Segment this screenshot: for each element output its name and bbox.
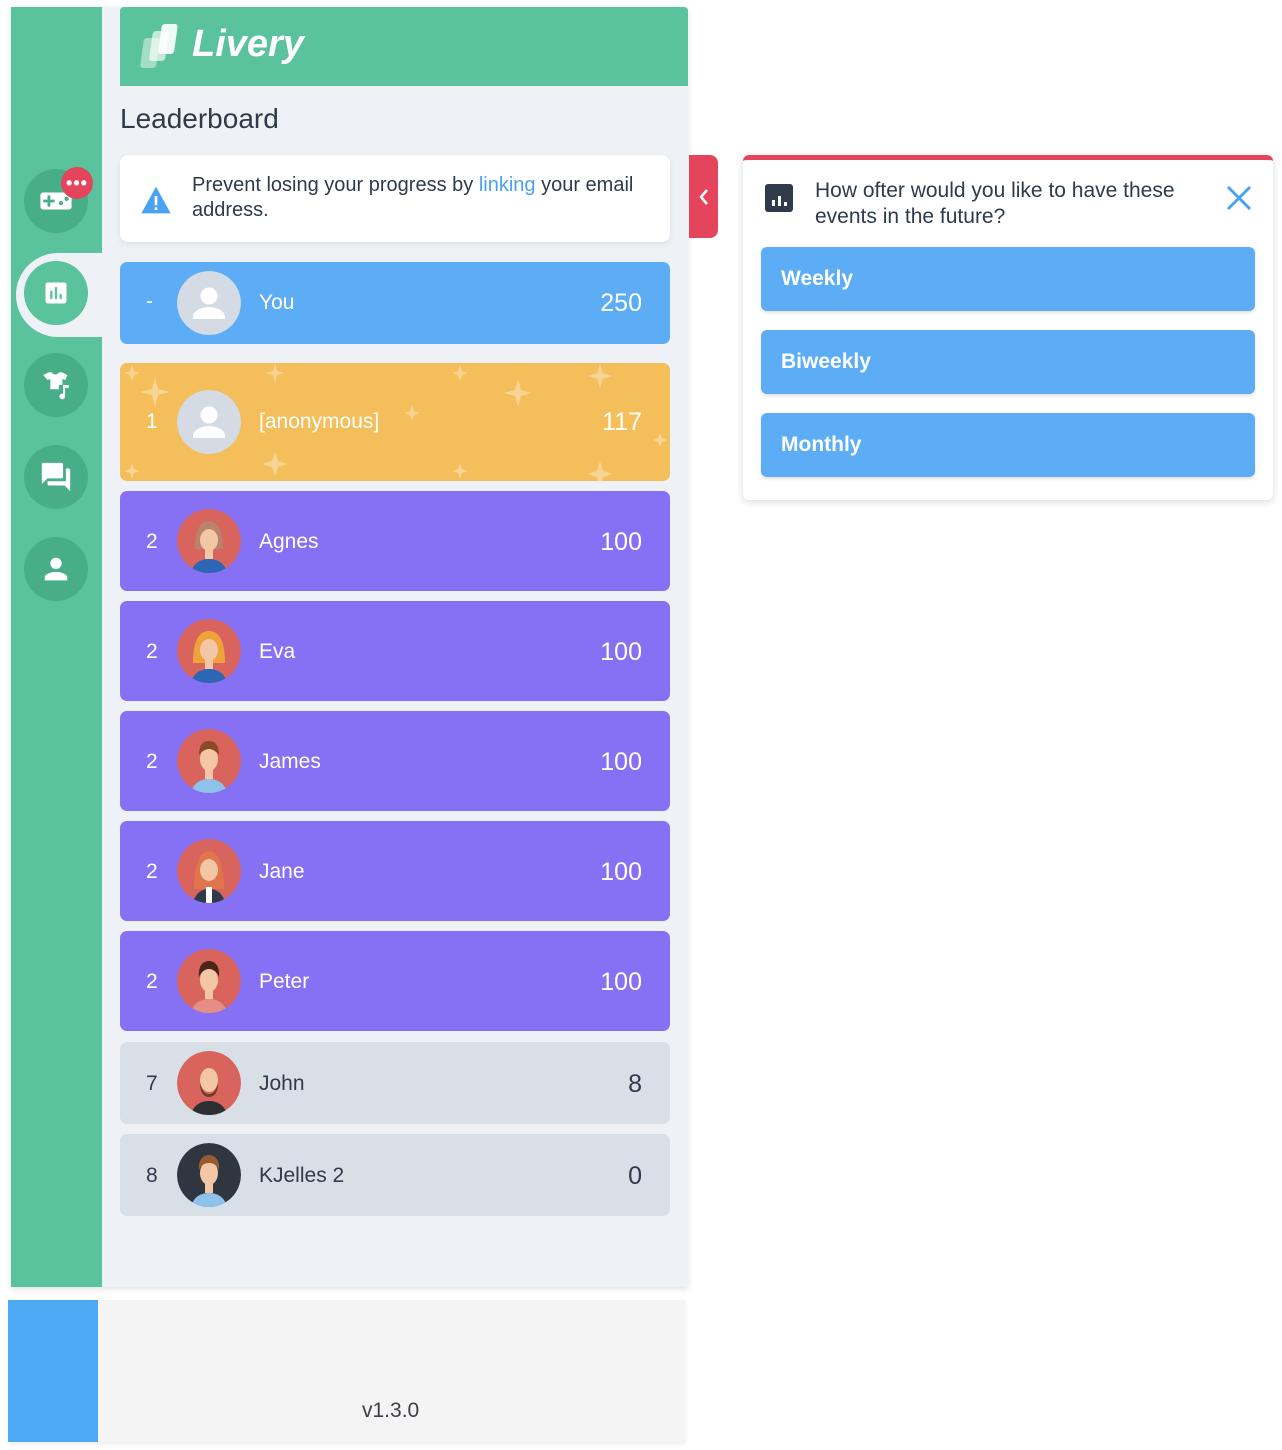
leaderboard-row: 2 Jane 100 bbox=[120, 821, 670, 921]
avatar bbox=[177, 390, 241, 454]
leaderboard-row: 7 John 8 bbox=[120, 1042, 670, 1124]
poll-icon bbox=[765, 184, 793, 212]
rank: 2 bbox=[146, 860, 158, 883]
leaderboard-row: 2 Agnes 100 bbox=[120, 491, 670, 591]
player-score: 100 bbox=[600, 858, 642, 886]
leaderboard-row-first: 1 [anonymous] 117 bbox=[120, 363, 670, 481]
leaderboard-row: 2 Eva 100 bbox=[120, 601, 670, 701]
player-name: James bbox=[259, 750, 321, 773]
rank: - bbox=[146, 290, 153, 313]
logo-icon bbox=[140, 24, 178, 68]
page-title: Leaderboard bbox=[120, 103, 279, 134]
brand-name: Livery bbox=[192, 23, 304, 65]
leaderboard-row: 2 James 100 bbox=[120, 711, 670, 811]
avatar bbox=[177, 1143, 241, 1207]
leaderboard-row: 2 Peter 100 bbox=[120, 931, 670, 1031]
player-name: Jane bbox=[259, 860, 305, 883]
player-score: 100 bbox=[600, 748, 642, 776]
leaderboard-icon bbox=[45, 282, 67, 304]
sidebar-item-merch[interactable] bbox=[24, 353, 88, 417]
player-name: Agnes bbox=[259, 530, 319, 553]
warning-icon bbox=[141, 186, 171, 214]
collapse-panel-button[interactable] bbox=[689, 155, 718, 238]
close-icon[interactable] bbox=[1223, 182, 1255, 214]
version-label: v1.3.0 bbox=[362, 1399, 420, 1422]
chat-icon bbox=[41, 462, 71, 492]
avatar bbox=[177, 839, 241, 903]
footer: v1.3.0 bbox=[8, 1300, 685, 1442]
player-name: John bbox=[259, 1072, 305, 1095]
shirt-music-icon bbox=[43, 372, 69, 400]
survey-question: How ofter would you like to have these e… bbox=[815, 179, 1175, 228]
player-name: [anonymous] bbox=[259, 410, 380, 433]
rank: 2 bbox=[146, 750, 158, 773]
avatar bbox=[177, 949, 241, 1013]
player-name: Eva bbox=[259, 640, 296, 663]
option-weekly-button[interactable]: Weekly bbox=[761, 247, 1255, 311]
player-score: 117 bbox=[602, 408, 642, 436]
player-score: 0 bbox=[628, 1162, 642, 1190]
player-name: Peter bbox=[259, 970, 310, 993]
sidebar-item-chat[interactable] bbox=[24, 445, 88, 509]
player-name: You bbox=[259, 291, 295, 314]
notification-badge: ••• bbox=[61, 167, 93, 199]
avatar bbox=[177, 619, 241, 683]
player-score: 250 bbox=[600, 289, 642, 317]
avatar bbox=[177, 729, 241, 793]
avatar bbox=[177, 1051, 241, 1115]
player-score: 100 bbox=[600, 528, 642, 556]
sidebar-item-leaderboard[interactable] bbox=[24, 261, 88, 325]
leaderboard-row-you: - You 250 bbox=[120, 262, 670, 344]
avatar bbox=[177, 509, 241, 573]
option-biweekly-button[interactable]: Biweekly bbox=[761, 330, 1255, 394]
player-score: 100 bbox=[600, 638, 642, 666]
user-icon bbox=[44, 557, 68, 581]
linking-link[interactable]: linking bbox=[479, 174, 536, 196]
app-window: ••• Livery Leaderboard Prevent losing yo… bbox=[11, 7, 688, 1287]
avatar bbox=[177, 271, 241, 335]
player-name: KJelles 2 bbox=[259, 1164, 345, 1187]
sidebar-item-profile[interactable] bbox=[24, 537, 88, 601]
app-header: Livery bbox=[120, 7, 688, 86]
survey-panel: How ofter would you like to have these e… bbox=[743, 155, 1273, 500]
warning-message: Prevent losing your progress by linking … bbox=[192, 174, 634, 221]
chevron-left-icon bbox=[698, 188, 708, 205]
rank: 8 bbox=[146, 1164, 158, 1187]
rank: 2 bbox=[146, 970, 158, 993]
option-monthly-button[interactable]: Monthly bbox=[761, 413, 1255, 477]
rank: 7 bbox=[146, 1072, 158, 1095]
player-score: 8 bbox=[628, 1070, 642, 1098]
player-score: 100 bbox=[600, 968, 642, 996]
sidebar: ••• bbox=[11, 7, 108, 1287]
leaderboard-row: 8 KJelles 2 0 bbox=[120, 1134, 670, 1216]
rank: 1 bbox=[146, 410, 158, 433]
rank: 2 bbox=[146, 640, 158, 663]
rank: 2 bbox=[146, 530, 158, 553]
link-email-warning: Prevent losing your progress by linking … bbox=[120, 155, 670, 242]
